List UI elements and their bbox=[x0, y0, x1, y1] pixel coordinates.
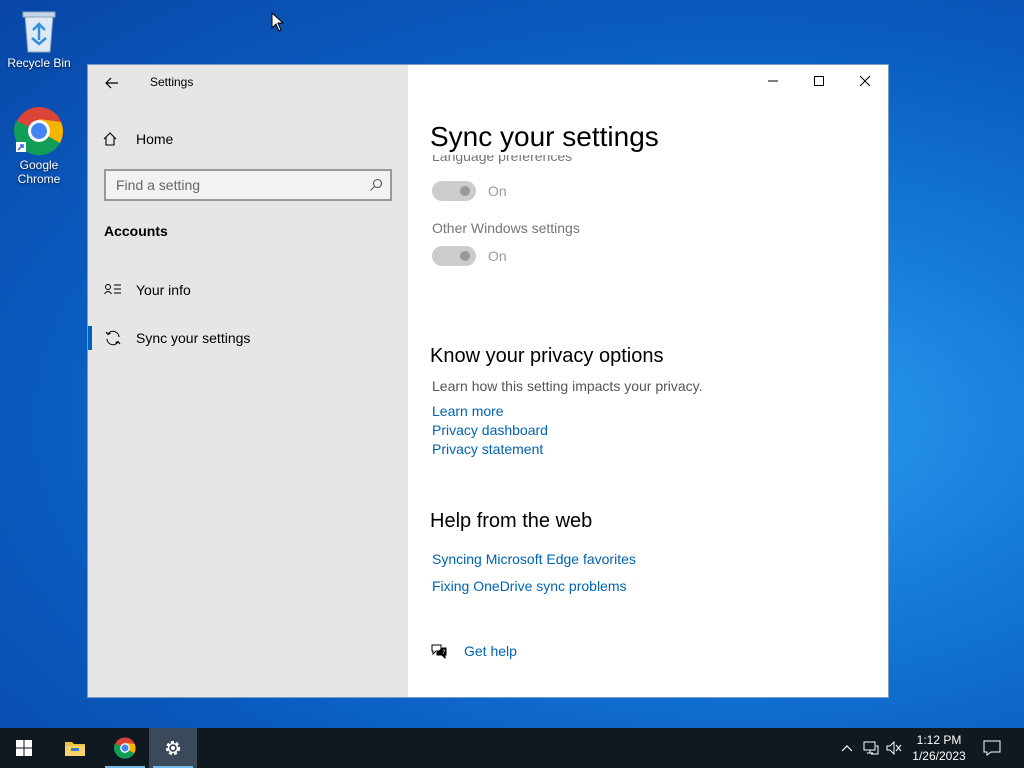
home-icon bbox=[102, 131, 122, 147]
mouse-cursor-icon bbox=[271, 11, 285, 37]
sidebar-item-label: Your info bbox=[136, 282, 191, 298]
search-icon[interactable] bbox=[368, 177, 384, 193]
maximize-button[interactable] bbox=[796, 65, 842, 97]
chrome-icon bbox=[14, 107, 63, 156]
clipped-row: Language preferences bbox=[408, 155, 888, 169]
desktop-icon-label: Google Chrome bbox=[17, 158, 61, 186]
desktop-icon-google-chrome[interactable]: Google Chrome bbox=[1, 106, 77, 186]
settings-window: Settings Home Accounts Your info Sync yo… bbox=[87, 64, 889, 698]
sidebar-item-label: Sync your settings bbox=[136, 330, 251, 346]
setting-label-other-windows-settings: Other Windows settings bbox=[432, 220, 580, 236]
privacy-heading: Know your privacy options bbox=[430, 345, 664, 367]
svg-text:?: ? bbox=[442, 649, 445, 656]
tray-show-hidden-icons[interactable] bbox=[838, 728, 856, 768]
toggle-state: On bbox=[488, 183, 507, 199]
desktop-icon-recycle-bin[interactable]: Recycle Bin bbox=[1, 8, 77, 70]
toggle-row-other-windows-settings: On bbox=[432, 246, 507, 266]
gear-icon bbox=[165, 740, 181, 756]
arrow-left-icon bbox=[105, 77, 118, 89]
sync-icon bbox=[104, 329, 124, 347]
tray-network[interactable] bbox=[860, 728, 882, 768]
taskbar: 1:12 PM 1/26/2023 bbox=[0, 728, 1024, 768]
get-help-row[interactable]: ? Get help bbox=[430, 643, 517, 659]
link-privacy-dashboard[interactable]: Privacy dashboard bbox=[432, 422, 548, 438]
toggle-row-language-preferences: On bbox=[432, 181, 507, 201]
back-button[interactable] bbox=[100, 71, 124, 95]
link-privacy-statement[interactable]: Privacy statement bbox=[432, 441, 543, 457]
page-title: Sync your settings bbox=[430, 121, 659, 152]
toggle-language-preferences[interactable] bbox=[432, 181, 476, 201]
taskbar-settings[interactable] bbox=[149, 728, 197, 768]
nav-home[interactable]: Home bbox=[102, 129, 173, 149]
search-input[interactable] bbox=[116, 177, 356, 193]
clock-date: 1/26/2023 bbox=[912, 749, 966, 763]
recycle-bin-icon bbox=[22, 11, 56, 53]
maximize-icon bbox=[814, 76, 824, 86]
sidebar-item-sync-your-settings[interactable]: Sync your settings bbox=[88, 318, 408, 358]
settings-main: Sync your settings Language preferences … bbox=[408, 65, 888, 697]
windows-logo-icon bbox=[16, 740, 32, 756]
toggle-state: On bbox=[488, 248, 507, 264]
contact-info-icon bbox=[104, 283, 124, 297]
search-box[interactable] bbox=[104, 169, 392, 201]
toggle-other-windows-settings[interactable] bbox=[432, 246, 476, 266]
desktop-icon-label: Recycle Bin bbox=[7, 56, 71, 70]
notification-icon bbox=[983, 740, 1001, 756]
get-help-link[interactable]: Get help bbox=[464, 643, 517, 659]
action-center-button[interactable] bbox=[980, 728, 1004, 768]
chat-help-icon: ? bbox=[430, 643, 450, 659]
chrome-icon bbox=[114, 737, 136, 759]
app-title: Settings bbox=[150, 75, 194, 89]
link-learn-more[interactable]: Learn more bbox=[432, 403, 504, 419]
close-icon bbox=[859, 75, 871, 87]
start-button[interactable] bbox=[0, 728, 48, 768]
section-title: Accounts bbox=[104, 223, 168, 239]
minimize-icon bbox=[768, 80, 778, 82]
folder-icon bbox=[65, 742, 85, 756]
network-icon bbox=[863, 741, 879, 755]
taskbar-file-explorer[interactable] bbox=[51, 728, 99, 768]
chevron-up-icon bbox=[841, 745, 853, 752]
taskbar-chrome[interactable] bbox=[101, 728, 149, 768]
help-web-heading: Help from the web bbox=[430, 510, 593, 532]
link-syncing-edge-favorites[interactable]: Syncing Microsoft Edge favorites bbox=[432, 551, 636, 567]
nav-home-label: Home bbox=[136, 131, 174, 147]
minimize-button[interactable] bbox=[750, 65, 796, 97]
clock-time: 1:12 PM bbox=[916, 733, 962, 747]
settings-sidebar: Settings Home Accounts Your info Sync yo… bbox=[88, 65, 408, 697]
privacy-description: Learn how this setting impacts your priv… bbox=[432, 378, 703, 394]
sidebar-item-your-info[interactable]: Your info bbox=[88, 270, 408, 310]
taskbar-clock[interactable]: 1:12 PM 1/26/2023 bbox=[900, 732, 978, 764]
setting-label-language-preferences: Language preferences bbox=[432, 155, 573, 164]
link-fixing-onedrive-sync[interactable]: Fixing OneDrive sync problems bbox=[432, 578, 627, 594]
close-button[interactable] bbox=[842, 65, 888, 97]
